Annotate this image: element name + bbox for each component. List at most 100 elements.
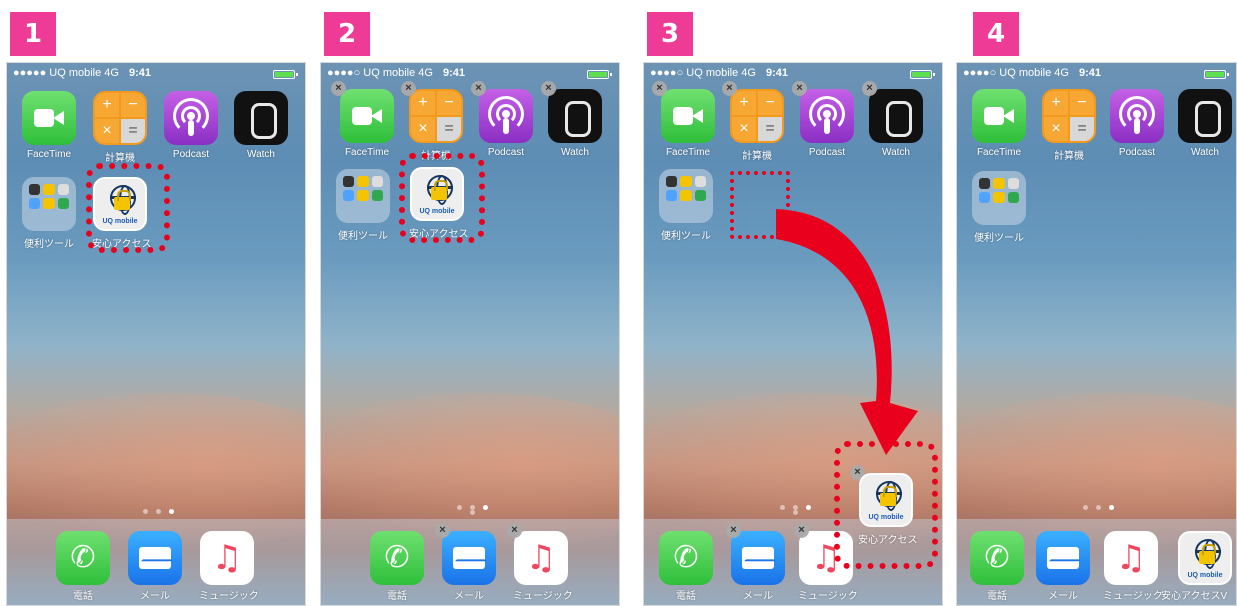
app-label: メール (1048, 591, 1078, 602)
delete-badge-icon[interactable]: × (435, 523, 450, 538)
podcast-icon (479, 89, 533, 143)
app-uq-access-dragging[interactable]: UQ mobile 安心アクセス (858, 473, 918, 546)
step-2-panel: 2 ●●●●○ UQ mobile 4G 9:41 × × × × FaceTi… (320, 0, 620, 606)
highlight-box (399, 153, 485, 243)
phone-screen: ●●●●○ UQ mobile 4G 9:41 × × × × FaceTime… (320, 62, 620, 606)
app-label: FaceTime (976, 147, 1022, 158)
mail-icon (128, 531, 182, 585)
step-3-panel: 3 ●●●●○ UQ mobile 4G 9:41 × × × × FaceTi… (643, 0, 943, 606)
delete-badge-icon[interactable]: × (507, 523, 522, 538)
phone-icon: ✆ (370, 531, 424, 585)
app-label: 電話 (387, 591, 407, 602)
folder-tools[interactable]: 便利ツール (21, 177, 77, 250)
app-watch[interactable]: Watch (233, 91, 289, 160)
app-podcast[interactable]: Podcast (163, 91, 219, 160)
app-phone[interactable]: ✆ 電話 (369, 531, 425, 602)
phone-screen: ●●●●● UQ mobile 4G 9:41 FaceTime + − × = 計算… (6, 62, 306, 606)
watch-icon (234, 91, 288, 145)
delete-badge-icon[interactable]: × (331, 81, 346, 96)
uq-access-icon: UQ mobile (859, 473, 913, 527)
calculator-icon: + − × = (1042, 89, 1096, 143)
dock: ✆ 電話 メール ♫ ミュージック (7, 519, 305, 605)
app-phone[interactable]: ✆ 電話 (969, 531, 1025, 602)
app-mail[interactable]: メール (127, 531, 183, 602)
status-time: 9:41 (443, 67, 466, 79)
step-number-badge: 4 (973, 12, 1019, 56)
podcast-icon (164, 91, 218, 145)
facetime-icon (972, 89, 1026, 143)
app-facetime[interactable]: FaceTime (971, 89, 1027, 158)
uq-access-icon: UQ mobile (1178, 531, 1232, 585)
carrier-signal: ●●●●● UQ mobile 4G (13, 67, 119, 79)
folder-tools[interactable]: 便利ツール (971, 171, 1027, 244)
app-label: 計算機 (105, 153, 135, 164)
page-indicator (447, 505, 497, 515)
app-podcast[interactable]: Podcast (478, 89, 534, 158)
watch-icon (548, 89, 602, 143)
app-label: 電話 (987, 591, 1007, 602)
app-uq-access[interactable]: UQ mobile 安心アクセスV (1161, 531, 1236, 602)
app-label: ミュージック (199, 591, 259, 602)
app-label: ミュージック (1103, 591, 1163, 602)
app-label: 計算機 (1054, 151, 1084, 162)
folder-tools[interactable]: 便利ツール (335, 169, 391, 242)
phone-icon: ✆ (970, 531, 1024, 585)
status-bar: ●●●●● UQ mobile 4G 9:41 (13, 67, 299, 81)
app-label: 便利ツール (24, 239, 74, 250)
folder-icon (22, 177, 76, 231)
page-indicator (1073, 505, 1123, 511)
app-label: FaceTime (344, 147, 390, 158)
music-icon: ♫ (200, 531, 254, 585)
facetime-icon (340, 89, 394, 143)
app-calculator[interactable]: + − × = 計算機 (1041, 89, 1097, 162)
mail-icon (1036, 531, 1090, 585)
app-calculator[interactable]: + − × = 計算機 (408, 89, 464, 162)
watch-icon (1178, 89, 1232, 143)
app-watch[interactable]: Watch (1177, 89, 1233, 158)
carrier-signal: ●●●●○ UQ mobile 4G (963, 67, 1069, 79)
phone-icon: ✆ (56, 531, 110, 585)
app-watch[interactable]: Watch (547, 89, 603, 158)
app-music[interactable]: ♫ ミュージック (1103, 531, 1163, 602)
app-music[interactable]: ♫ ミュージック (199, 531, 259, 602)
app-mail[interactable]: メール (1035, 531, 1091, 602)
app-label: Podcast (487, 147, 525, 158)
status-bar: ●●●●○ UQ mobile 4G 9:41 (963, 67, 1230, 81)
folder-icon (972, 171, 1026, 225)
app-label: メール (454, 591, 484, 602)
app-facetime[interactable]: FaceTime (339, 89, 395, 158)
delete-badge-icon[interactable]: × (471, 81, 486, 96)
app-label: FaceTime (26, 149, 72, 160)
facetime-icon (22, 91, 76, 145)
app-label: Podcast (1118, 147, 1156, 158)
step-number-badge: 2 (324, 12, 370, 56)
app-label: ミュージック (513, 591, 573, 602)
page-indicator (133, 509, 183, 515)
step-number-badge: 1 (10, 12, 56, 56)
podcast-icon (1110, 89, 1164, 143)
delete-badge-icon[interactable]: × (541, 81, 556, 96)
app-phone[interactable]: ✆ 電話 (55, 531, 111, 602)
app-label: 安心アクセスV (1161, 591, 1228, 602)
app-label: 安心アクセス (858, 535, 918, 546)
status-bar: ●●●●○ UQ mobile 4G 9:41 (327, 67, 613, 81)
app-label: Watch (1191, 147, 1219, 158)
app-music[interactable]: ♫ ミュージック (513, 531, 573, 602)
app-label: 電話 (73, 591, 93, 602)
phone-screen: ●●●●○ UQ mobile 4G 9:41 × × × × FaceTime… (643, 62, 943, 606)
app-facetime[interactable]: FaceTime (21, 91, 77, 160)
battery-icon (273, 70, 298, 79)
highlight-box (86, 163, 170, 253)
app-label: Watch (247, 149, 275, 160)
app-label: 便利ツール (338, 231, 388, 242)
app-mail[interactable]: メール (441, 531, 497, 602)
delete-badge-icon[interactable]: × (401, 81, 416, 96)
app-podcast[interactable]: Podcast (1109, 89, 1165, 158)
app-calculator[interactable]: + − × = 計算機 (92, 91, 148, 164)
step-number-badge: 3 (647, 12, 693, 56)
folder-icon (336, 169, 390, 223)
app-label: メール (140, 591, 170, 602)
app-label: 便利ツール (974, 233, 1024, 244)
battery-icon (1204, 70, 1229, 79)
calculator-icon: + − × = (93, 91, 147, 145)
